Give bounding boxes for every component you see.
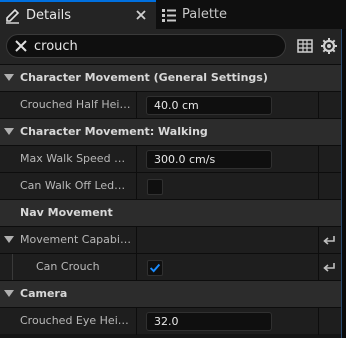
category-walking[interactable]: Character Movement: Walking	[0, 118, 341, 145]
category-camera[interactable]: Camera	[0, 280, 341, 307]
reset-to-default-icon[interactable]	[322, 261, 336, 274]
property-label: Can Walk Off Ledges...	[20, 179, 132, 192]
property-row-max-walk-speed-crouched: Max Walk Speed Cro...	[0, 145, 341, 173]
property-label: Crouched Half Height	[20, 98, 132, 111]
collapse-arrow-icon[interactable]	[4, 290, 14, 298]
close-icon[interactable]	[134, 8, 148, 22]
palette-list-icon	[162, 8, 176, 22]
collapse-arrow-icon[interactable]	[4, 74, 14, 82]
property-label: Crouched Eye Height	[20, 314, 132, 327]
column-divider	[318, 308, 319, 335]
crouched-half-height-input[interactable]	[146, 96, 272, 115]
gear-icon[interactable]	[320, 37, 338, 55]
checkmark-icon	[149, 263, 161, 273]
column-divider	[318, 92, 319, 119]
category-nav-movement[interactable]: Nav Movement	[0, 199, 341, 226]
can-crouch-checkbox[interactable]	[147, 260, 163, 276]
search-input[interactable]	[34, 38, 254, 54]
property-list: Character Movement (General Settings) Cr…	[0, 64, 341, 338]
column-divider[interactable]	[136, 173, 137, 200]
tab-palette-label: Palette	[182, 7, 228, 22]
column-divider	[318, 173, 319, 200]
search-bar	[0, 29, 346, 64]
crouched-eye-height-input[interactable]	[146, 312, 272, 331]
tab-details-label: Details	[26, 8, 72, 23]
collapse-arrow-icon[interactable]	[4, 236, 14, 244]
max-walk-speed-crouched-input[interactable]	[146, 150, 272, 169]
property-matrix-icon[interactable]	[297, 38, 313, 54]
pencil-icon	[6, 8, 20, 24]
category-general-settings[interactable]: Character Movement (General Settings)	[0, 64, 341, 91]
tab-bar: Details Palette	[0, 0, 346, 29]
category-label: Character Movement (General Settings)	[20, 71, 268, 84]
column-divider[interactable]	[136, 92, 137, 119]
column-divider[interactable]	[136, 308, 137, 335]
column-divider	[318, 146, 319, 173]
column-divider	[318, 254, 319, 281]
property-row-crouched-half-height: Crouched Half Height	[0, 91, 341, 119]
group-label: Movement Capabiliti...	[20, 233, 132, 246]
group-movement-capabilities[interactable]: Movement Capabiliti...	[0, 226, 341, 254]
property-row-can-crouch: Can Crouch	[0, 253, 341, 281]
tab-details[interactable]: Details	[0, 0, 156, 29]
property-row-crouched-eye-height: Crouched Eye Height	[0, 307, 341, 335]
category-label: Character Movement: Walking	[20, 125, 208, 138]
column-divider	[318, 227, 319, 254]
collapse-arrow-icon[interactable]	[4, 128, 14, 136]
category-label: Camera	[20, 287, 68, 300]
tab-palette[interactable]: Palette	[156, 0, 276, 29]
indent-guide	[12, 254, 13, 281]
category-label: Nav Movement	[20, 206, 113, 219]
can-walk-off-ledges-checkbox[interactable]	[147, 179, 163, 195]
search-box[interactable]	[6, 34, 286, 58]
details-panel: Details Palette crouch Character Movemen…	[0, 0, 346, 338]
scrollbar-track[interactable]	[341, 29, 346, 338]
column-divider[interactable]	[136, 146, 137, 173]
property-label: Can Crouch	[36, 260, 100, 273]
reset-to-default-icon[interactable]	[322, 234, 336, 247]
clear-search-icon[interactable]	[14, 39, 28, 53]
column-divider[interactable]	[136, 227, 137, 254]
property-label: Max Walk Speed Cro...	[20, 152, 132, 165]
property-row-can-walk-off-ledges: Can Walk Off Ledges...	[0, 172, 341, 200]
column-divider[interactable]	[136, 254, 137, 281]
